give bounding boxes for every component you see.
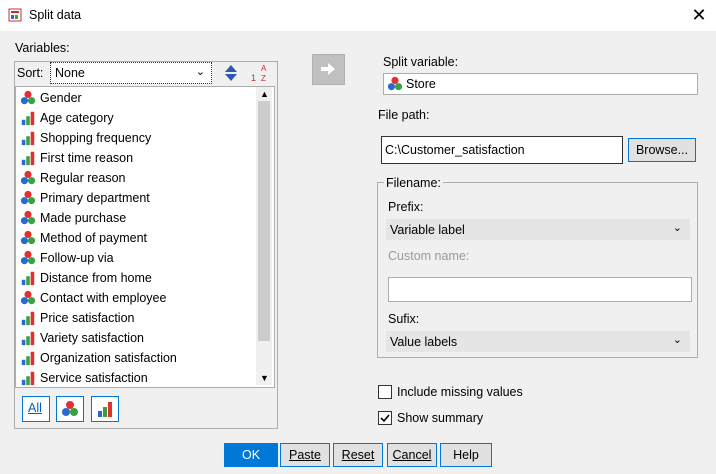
nominal-icon [387, 76, 403, 91]
prefix-dropdown[interactable]: Variable label ⌄ [386, 219, 690, 240]
list-item-label: First time reason [40, 151, 134, 165]
svg-text:1: 1 [251, 73, 256, 83]
include-missing-checkbox[interactable] [378, 385, 392, 399]
chevron-down-icon: ⌄ [672, 222, 682, 234]
include-missing-label: Include missing values [397, 385, 523, 399]
window-title: Split data [29, 8, 82, 22]
scroll-thumb[interactable] [258, 101, 270, 341]
split-variable-field[interactable]: Store [383, 73, 698, 95]
ordinal-icon [21, 311, 35, 326]
cancel-button[interactable]: Cancel [387, 443, 437, 467]
prefix-value: Variable label [390, 223, 465, 237]
app-icon [8, 8, 22, 22]
ordinal-icon [21, 271, 35, 286]
split-variable-value: Store [406, 77, 436, 91]
sufix-value: Value labels [390, 335, 458, 349]
list-item-label: Service satisfaction [40, 371, 148, 385]
chevron-down-icon: ⌄ [195, 66, 205, 78]
ordinal-icon [98, 402, 112, 417]
sort-order-icon[interactable] [222, 63, 240, 83]
ordinal-icon [21, 131, 35, 146]
nominal-icon [20, 230, 36, 245]
sort-alpha-icon[interactable]: A 1 Z [249, 62, 271, 84]
list-item-label: Distance from home [40, 271, 152, 285]
chevron-down-icon: ⌄ [672, 334, 682, 346]
nominal-icon [62, 401, 78, 416]
ordinal-icon [21, 111, 35, 126]
filter-all-button[interactable]: All [22, 396, 50, 422]
svg-text:A: A [261, 64, 267, 73]
reset-button[interactable]: Reset [333, 443, 383, 467]
list-item-label: Primary department [40, 191, 150, 205]
nominal-icon [20, 290, 36, 305]
ordinal-icon [21, 331, 35, 346]
list-item-label: Contact with employee [40, 291, 167, 305]
custom-name-input[interactable] [388, 277, 692, 302]
variables-label: Variables: [15, 41, 70, 55]
custom-name-label: Custom name: [388, 249, 470, 263]
nominal-icon [20, 170, 36, 185]
checkmark-icon [380, 414, 390, 423]
svg-text:Z: Z [261, 74, 266, 83]
filename-group-label: Filename: [384, 176, 443, 190]
title-bar [0, 0, 716, 31]
sort-value: None [55, 66, 85, 80]
file-path-field[interactable]: C:\Customer_satisfaction [381, 136, 623, 164]
list-item-label: Organization satisfaction [40, 351, 177, 365]
help-button[interactable]: Help [440, 443, 492, 467]
split-variable-label: Split variable: [383, 55, 459, 69]
list-item-label: Age category [40, 111, 114, 125]
ordinal-icon [21, 371, 35, 386]
list-item-label: Made purchase [40, 211, 127, 225]
ok-button[interactable]: OK [224, 443, 278, 467]
sort-label: Sort: [17, 66, 44, 80]
show-summary-checkbox[interactable] [378, 411, 392, 425]
arrow-right-icon [321, 63, 335, 75]
prefix-label: Prefix: [388, 200, 424, 214]
ordinal-icon [21, 351, 35, 366]
paste-button[interactable]: Paste [280, 443, 330, 467]
list-item-label: Price satisfaction [40, 311, 135, 325]
list-item-label: Gender [40, 91, 82, 105]
sufix-dropdown[interactable]: Value labels ⌄ [386, 331, 690, 352]
nominal-icon [20, 190, 36, 205]
file-path-label: File path: [378, 108, 430, 122]
filter-nominal-button[interactable] [56, 396, 84, 422]
show-summary-label: Show summary [397, 411, 484, 425]
file-path-value: C:\Customer_satisfaction [385, 143, 525, 157]
ordinal-icon [21, 151, 35, 166]
sufix-label: Sufix: [388, 312, 420, 326]
scroll-down-icon[interactable]: ▼ [260, 373, 269, 383]
sort-dropdown[interactable]: None ⌄ [50, 62, 212, 84]
browse-button[interactable]: Browse... [628, 138, 696, 162]
list-item-label: Regular reason [40, 171, 126, 185]
nominal-icon [20, 90, 36, 105]
close-icon[interactable]: ✕ [688, 4, 710, 26]
list-item-label: Variety satisfaction [40, 331, 144, 345]
move-variable-button[interactable] [312, 54, 345, 85]
variables-list[interactable]: Gender Age category Shopping frequency Firs… [15, 86, 275, 388]
nominal-icon [20, 210, 36, 225]
filter-ordinal-button[interactable] [91, 396, 119, 422]
nominal-icon [20, 250, 36, 265]
scroll-up-icon[interactable]: ▲ [260, 89, 269, 99]
list-item-label: Shopping frequency [40, 131, 152, 145]
list-item-label: Method of payment [40, 231, 148, 245]
list-item-label: Follow-up via [40, 251, 114, 265]
